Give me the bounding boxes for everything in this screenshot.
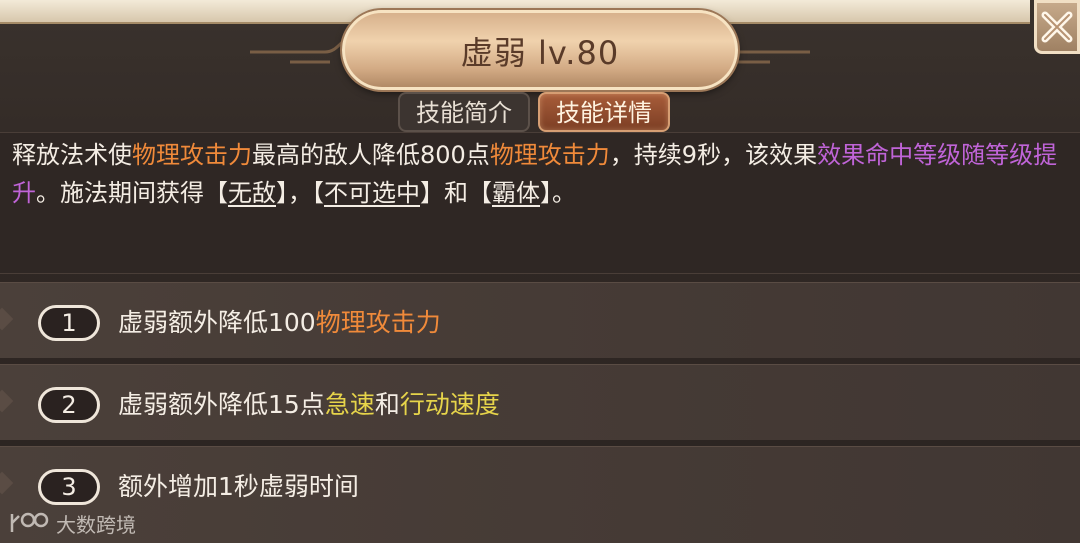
row-diamond-icon: [0, 307, 14, 331]
skill-tabs: 技能简介 技能详情: [398, 92, 670, 132]
close-button[interactable]: [1034, 0, 1080, 54]
skill-title: 虚弱 lv.80: [460, 34, 620, 72]
row-diamond-icon: [0, 471, 14, 495]
desc-text: 】和【: [420, 179, 492, 207]
upgrade-plain-text: 虚弱额外降低100: [118, 308, 316, 337]
keyword-super-armor-link[interactable]: 霸体: [492, 179, 540, 207]
desc-text: 最高的敌人降低800点: [252, 141, 490, 169]
desc-text: 】，【: [276, 179, 324, 207]
watermark: 大数跨境: [8, 506, 136, 540]
upgrade-text: 虚弱额外降低15点急速和行动速度: [118, 385, 500, 425]
upgrade-keyword: 行动速度: [399, 390, 500, 419]
desc-text: 。施法期间获得【: [36, 179, 228, 207]
desc-keyword-physical-attack: 物理攻击力: [132, 141, 252, 169]
desc-text: ，持续9秒，该效果: [609, 141, 818, 169]
upgrade-conjunction: 和: [374, 390, 400, 419]
desc-keyword-physical-attack: 物理攻击力: [489, 141, 610, 169]
upgrade-number-badge: 2: [38, 387, 100, 423]
upgrade-text: 虚弱额外降低100物理攻击力: [118, 303, 441, 343]
upgrade-number-badge: 1: [38, 305, 100, 341]
upgrade-number-badge: 3: [38, 469, 100, 505]
upgrade-keyword: 急速: [324, 390, 375, 419]
skill-detail-panel: 虚弱 lv.80 技能简介 技能详情 释放法术使物理攻击力最高的敌人降低800点…: [0, 0, 1080, 543]
close-x-icon: [1041, 11, 1073, 43]
upgrade-row-2: 2 虚弱额外降低15点急速和行动速度: [0, 364, 1080, 440]
brand-logo-icon: [10, 512, 49, 532]
keyword-invincible-link[interactable]: 无敌: [228, 179, 276, 207]
desc-text: 】。: [540, 179, 576, 207]
upgrade-plain-text: 虚弱额外降低15点: [118, 390, 325, 419]
upgrade-row-3: 3 额外增加1秒虚弱时间: [0, 446, 1080, 543]
upgrade-keyword: 物理攻击力: [315, 308, 441, 337]
keyword-untargetable-link[interactable]: 不可选中: [324, 179, 420, 207]
desc-text: 释放法术使: [12, 141, 132, 169]
tab-skill-details[interactable]: 技能详情: [538, 92, 670, 132]
upgrade-row-1: 1 虚弱额外降低100物理攻击力: [0, 282, 1080, 358]
watermark-text: 大数跨境: [56, 512, 136, 537]
upgrade-text: 额外增加1秒虚弱时间: [118, 467, 359, 507]
tab-skill-intro[interactable]: 技能简介: [398, 92, 530, 132]
row-diamond-icon: [0, 389, 14, 413]
skill-description: 释放法术使物理攻击力最高的敌人降低800点物理攻击力，持续9秒，该效果效果命中等…: [12, 136, 1074, 212]
upgrade-plain-text: 额外增加1秒虚弱时间: [118, 472, 359, 501]
